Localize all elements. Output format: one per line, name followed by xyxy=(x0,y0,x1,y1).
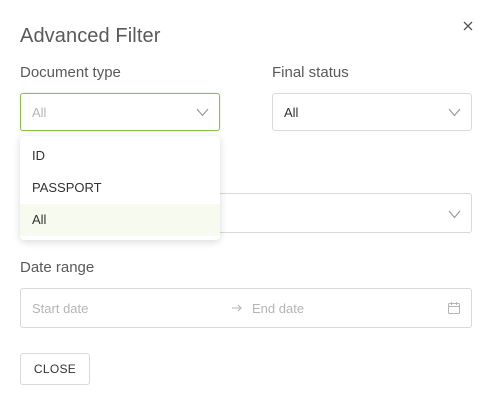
close-button[interactable]: CLOSE xyxy=(20,353,90,385)
document-type-label: Document type xyxy=(20,64,121,81)
final-status-label: Final status xyxy=(272,64,349,81)
end-date-input[interactable]: End date xyxy=(252,301,304,316)
calendar-icon[interactable] xyxy=(447,301,461,315)
final-status-value: All xyxy=(284,105,299,120)
date-range-label: Date range xyxy=(20,259,95,276)
arrow-right-icon xyxy=(232,304,242,312)
chevron-down-icon xyxy=(448,210,461,219)
chevron-down-icon xyxy=(448,108,461,117)
document-type-dropdown: ID PASSPORT All xyxy=(20,136,220,240)
start-date-input[interactable]: Start date xyxy=(32,301,88,316)
document-type-placeholder: All xyxy=(32,105,47,120)
advanced-filter-dialog: Advanced Filter Document type All Final … xyxy=(0,0,492,396)
dialog-title: Advanced Filter xyxy=(20,25,161,47)
final-status-select[interactable]: All xyxy=(272,93,472,131)
chevron-down-icon xyxy=(196,108,209,117)
close-icon[interactable] xyxy=(458,16,478,36)
document-type-select[interactable]: All xyxy=(20,93,220,131)
option-passport[interactable]: PASSPORT xyxy=(20,172,220,204)
option-id[interactable]: ID xyxy=(20,140,220,172)
option-all[interactable]: All xyxy=(20,204,220,236)
date-range-picker[interactable]: Start date End date xyxy=(20,288,472,328)
